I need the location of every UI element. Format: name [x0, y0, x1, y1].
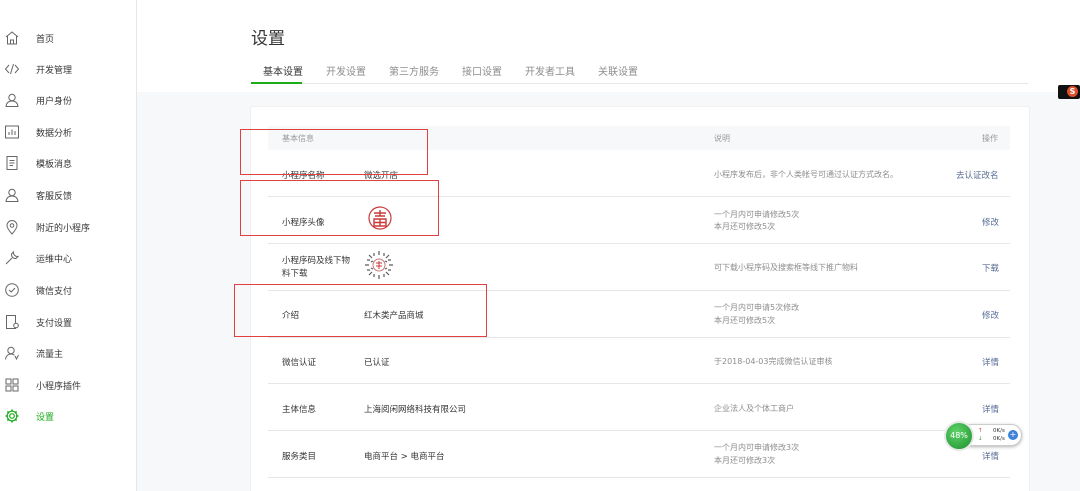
row-note-secondary: 本月还可修改3次: [714, 456, 776, 465]
network-speed-widget[interactable]: 48% ↑ 0K/s ↓ 0K/s +: [944, 420, 1024, 452]
sogou-icon: S: [1067, 86, 1078, 97]
wechat-pay-icon: [4, 282, 20, 298]
row-label-category: 服务类目: [282, 452, 317, 462]
sidebar-item-user-identity[interactable]: 用户身份: [0, 89, 136, 111]
sidebar-item-label: 用户身份: [36, 96, 73, 107]
highlight-box-basic-info: [240, 129, 428, 175]
download-arrow-icon: ↓: [978, 436, 983, 442]
service-category: 电商平台 > 电商平台: [364, 452, 445, 462]
sidebar-item-label: 模板消息: [36, 159, 73, 170]
sidebar-item-home[interactable]: 首页: [0, 27, 136, 49]
row-note: 一个月内可申请5次修改: [714, 303, 800, 312]
download-speed: 0K/s: [993, 436, 1005, 442]
traffic-owner-icon: [4, 345, 20, 361]
sidebar-item-label: 流量主: [36, 349, 64, 360]
sidebar-item-data-analysis[interactable]: 数据分析: [0, 121, 136, 143]
row-divider: [268, 243, 1010, 244]
sidebar: 首页 开发管理 用户身份 数据分析 模板消息 客服反馈 附近的小程序 运维中心 …: [0, 0, 137, 491]
sidebar-item-operations-center[interactable]: 运维中心: [0, 247, 136, 269]
location-icon: [4, 219, 20, 235]
sidebar-item-customer-feedback[interactable]: 客服反馈: [0, 184, 136, 206]
sidebar-item-payment-settings[interactable]: 支付设置: [0, 311, 136, 333]
wrench-icon: [4, 250, 20, 266]
upload-speed: 0K/s: [993, 428, 1005, 434]
sidebar-item-traffic-owner[interactable]: 流量主: [0, 342, 136, 364]
chart-icon: [4, 124, 20, 140]
edit-avatar-link[interactable]: 修改: [982, 216, 999, 228]
upload-arrow-icon: ↑: [978, 428, 983, 434]
edit-introduction-link[interactable]: 修改: [982, 309, 999, 321]
sidebar-item-label: 小程序插件: [36, 381, 82, 392]
row-label-verification: 微信认证: [282, 358, 317, 368]
verification-details-link[interactable]: 详情: [982, 356, 999, 368]
accelerate-icon[interactable]: +: [1008, 430, 1018, 440]
tab-third-party-services[interactable]: 第三方服务: [389, 63, 439, 78]
row-note: 一个月内可申请修改5次: [714, 210, 800, 219]
plugin-icon: [4, 377, 20, 393]
sidebar-item-label: 运维中心: [36, 254, 73, 265]
row-divider: [268, 383, 1010, 384]
sidebar-item-label: 首页: [36, 34, 55, 45]
sidebar-item-label: 开发管理: [36, 65, 73, 76]
row-divider: [268, 430, 1010, 431]
row-label-qrcode: 小程序码及线下物料下载: [282, 256, 351, 279]
column-header-description: 说明: [714, 134, 730, 143]
code-icon: [4, 61, 20, 77]
highlight-box-avatar: [240, 180, 439, 236]
row-note: 可下载小程序码及搜索框等线下推广物料: [714, 263, 858, 272]
column-header-action: 操作: [982, 134, 998, 143]
row-note: 企业法人及个体工商户: [714, 404, 794, 413]
entity-details-link[interactable]: 详情: [982, 403, 999, 415]
memory-usage-circle: 48%: [944, 421, 974, 451]
sidebar-item-template-messages[interactable]: 模板消息: [0, 152, 136, 174]
gear-icon: [4, 408, 20, 424]
tab-bar: 基本设置 开发设置 第三方服务 接口设置 开发者工具 关联设置: [251, 58, 1028, 84]
download-materials-link[interactable]: 下载: [982, 262, 999, 274]
sidebar-item-label: 支付设置: [36, 318, 73, 329]
document-icon: [4, 155, 20, 171]
sidebar-item-label: 设置: [36, 412, 55, 423]
sidebar-item-label: 客服反馈: [36, 191, 73, 202]
row-note: 小程序发布后，非个人类帐号可通过认证方式改名。: [714, 170, 898, 179]
tab-basic-settings[interactable]: 基本设置: [263, 63, 303, 78]
payment-settings-icon: [4, 314, 20, 330]
sidebar-item-wechat-pay[interactable]: 微信支付: [0, 279, 136, 301]
tab-association-settings[interactable]: 关联设置: [598, 63, 638, 78]
sidebar-item-label: 微信支付: [36, 286, 73, 297]
row-note: 于2018-04-03完成微信认证审核: [714, 357, 833, 366]
highlight-box-introduction: [234, 284, 487, 337]
support-user-icon: [4, 187, 20, 203]
row-divider: [268, 337, 1010, 338]
active-tab-indicator: [251, 82, 302, 84]
user-icon: [4, 92, 20, 108]
entity-name: 上海阅闲网络科技有限公司: [364, 405, 467, 415]
row-note-secondary: 本月还可修改5次: [714, 222, 776, 231]
row-note-secondary: 本月还可修改5次: [714, 316, 776, 325]
sogou-badge[interactable]: S: [1058, 85, 1080, 99]
sidebar-item-nearby-mini-programs[interactable]: 附近的小程序: [0, 216, 136, 238]
mini-program-code-image: [364, 250, 394, 280]
verification-status: 已认证: [364, 358, 390, 368]
sidebar-item-label: 数据分析: [36, 128, 73, 139]
sidebar-item-plugins[interactable]: 小程序插件: [0, 374, 136, 396]
row-divider: [268, 477, 1010, 478]
row-label-entity: 主体信息: [282, 405, 317, 415]
sidebar-item-label: 附近的小程序: [36, 223, 91, 234]
tab-api-settings[interactable]: 接口设置: [462, 63, 502, 78]
sidebar-item-settings[interactable]: 设置: [0, 405, 136, 427]
home-icon: [4, 30, 20, 46]
page-title: 设置: [251, 29, 285, 49]
tab-developer-tools[interactable]: 开发者工具: [525, 63, 575, 78]
sidebar-item-dev-management[interactable]: 开发管理: [0, 58, 136, 80]
row-note: 一个月内可申请修改3次: [714, 443, 800, 452]
rename-via-verification-link[interactable]: 去认证改名: [956, 169, 999, 181]
tab-dev-settings[interactable]: 开发设置: [326, 63, 366, 78]
